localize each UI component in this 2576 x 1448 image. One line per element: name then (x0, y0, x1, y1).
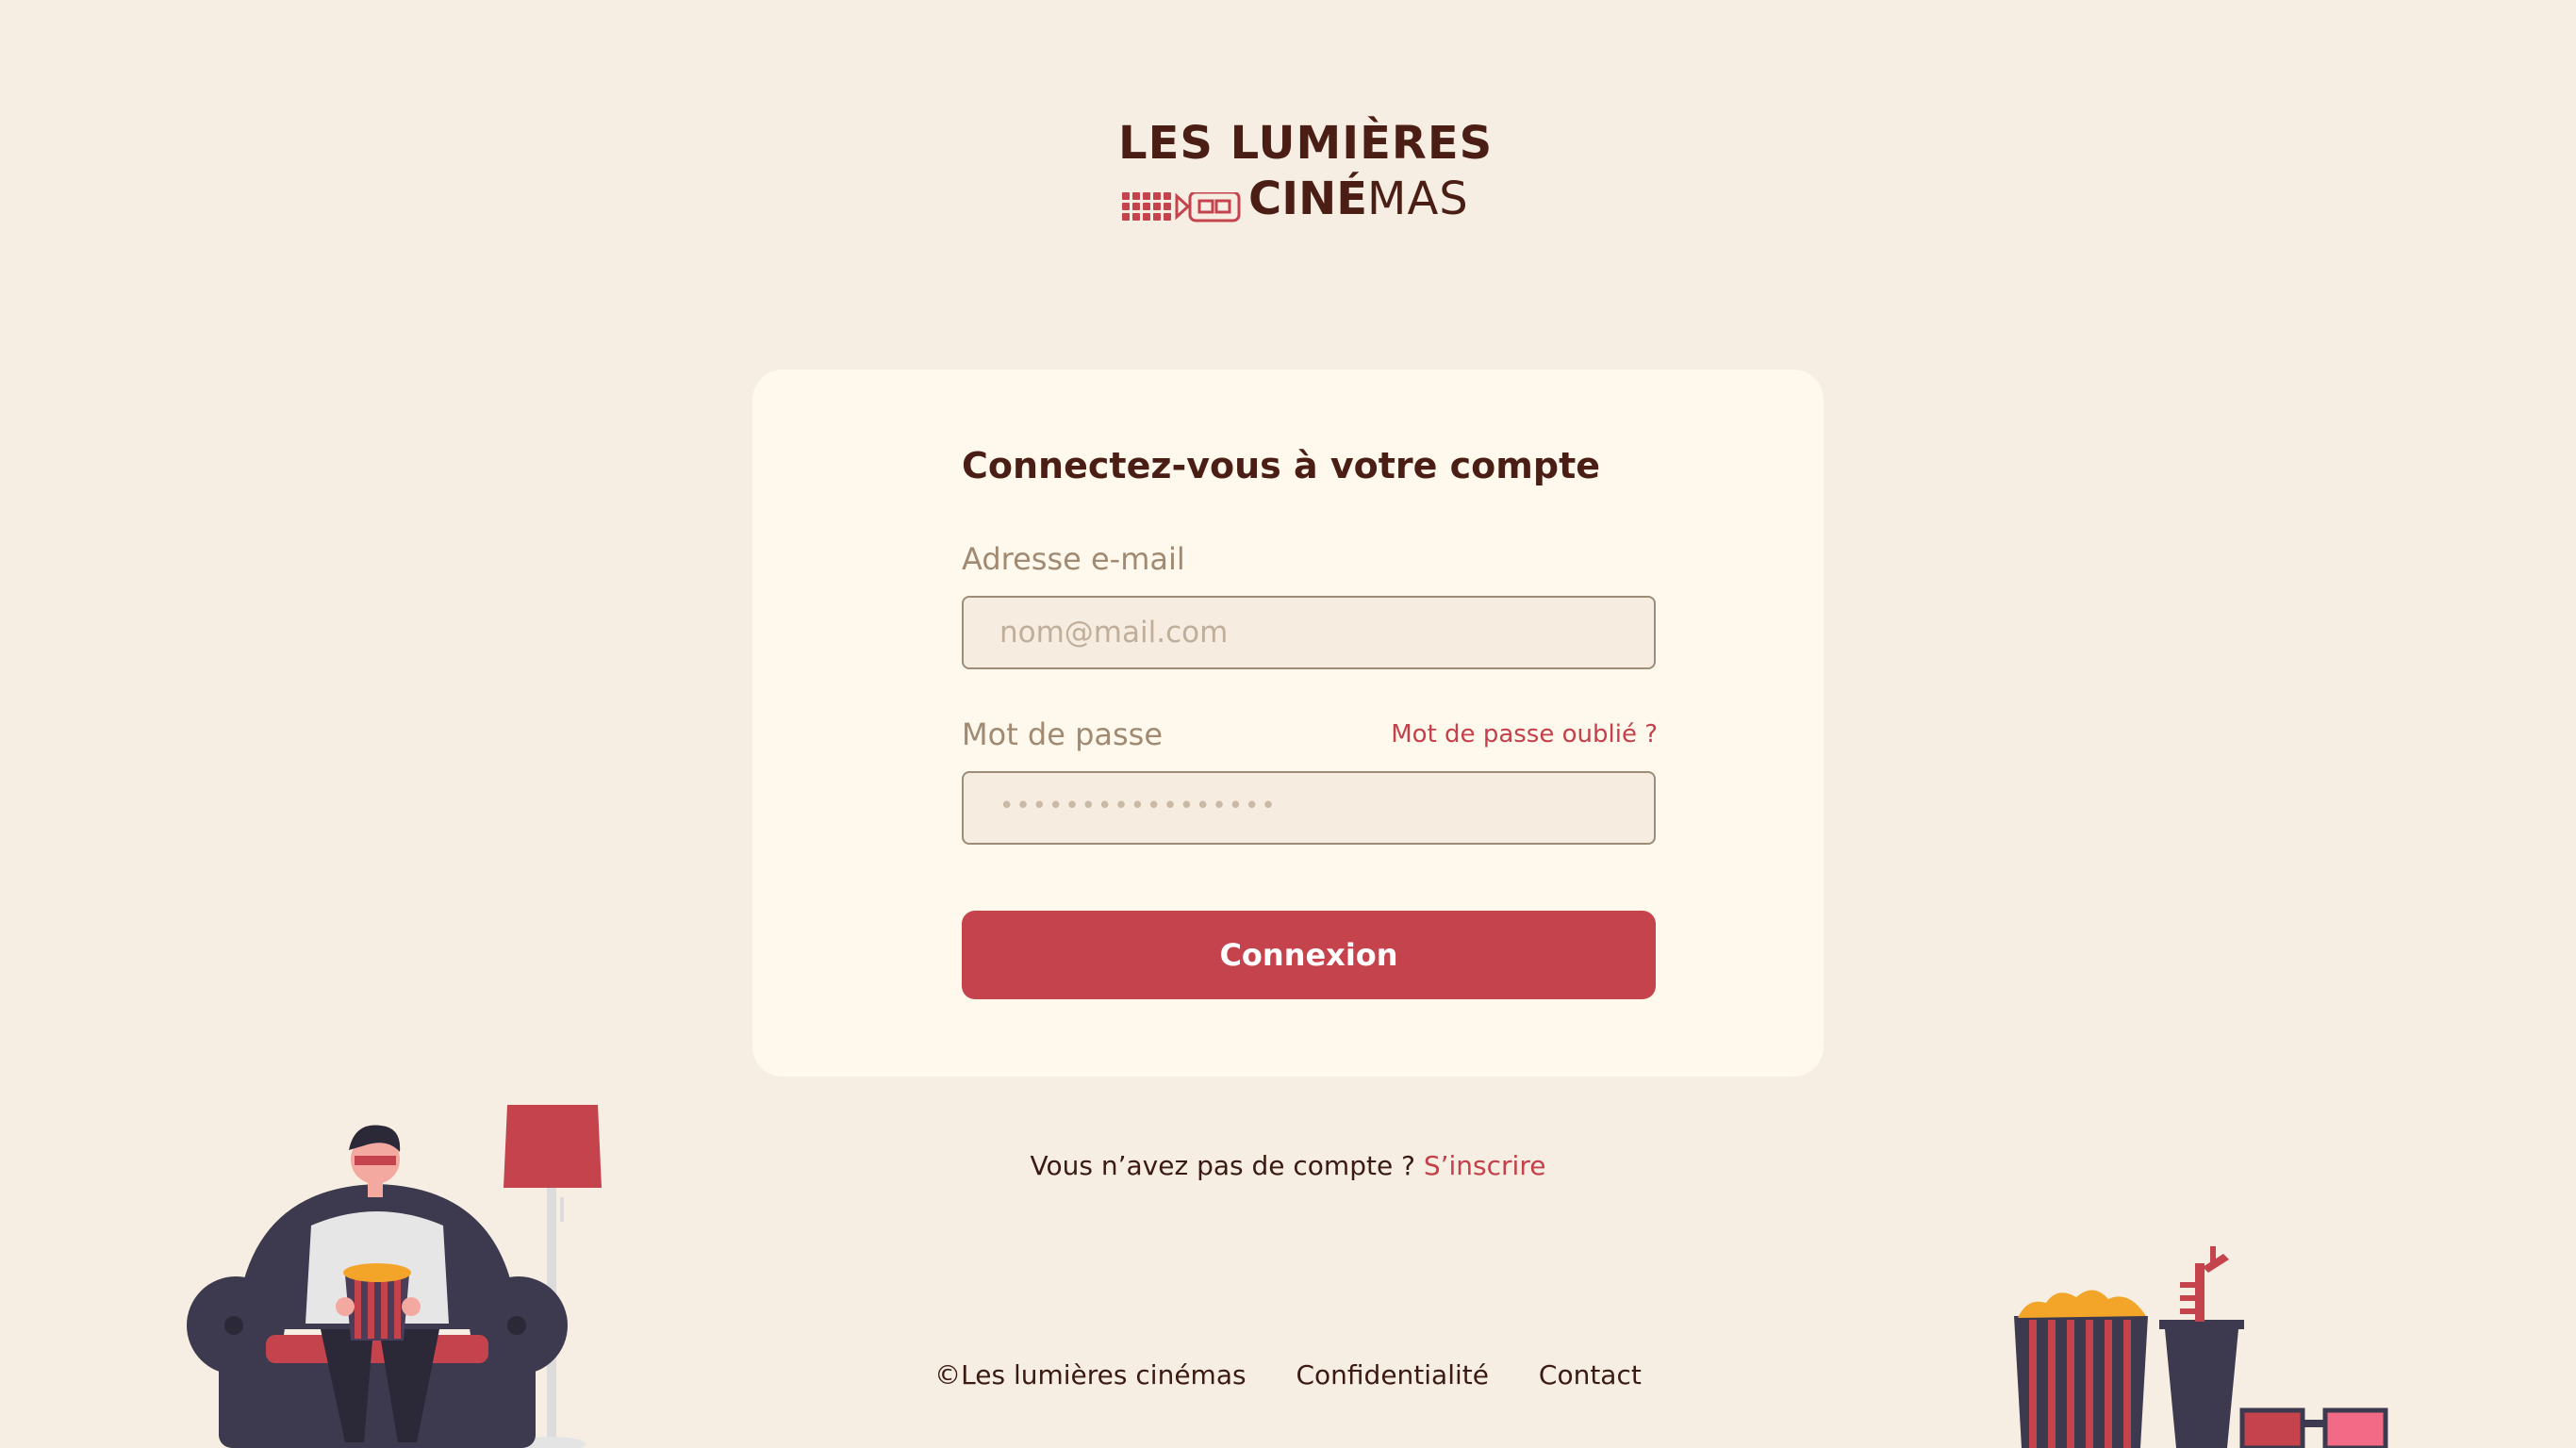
login-card: Connectez-vous à votre compte Adresse e-… (752, 370, 1824, 1077)
logo-line2: CINÉMAS (1248, 172, 1469, 226)
logo-line1: LES LUMIÈRES (1118, 117, 1494, 170)
person-on-armchair-illustration (187, 1105, 602, 1448)
email-label: Adresse e-mail (962, 541, 1185, 577)
film-camera-logo-icon (1122, 192, 1241, 222)
logo-cine: CINÉ (1248, 173, 1368, 225)
forgot-password-link[interactable]: Mot de passe oublié ? (1391, 720, 1658, 749)
email-field-box (962, 596, 1656, 669)
logo-mas: MAS (1367, 173, 1469, 225)
brand-logo[interactable]: LES LUMIÈRES CINÉMAS (1118, 117, 1494, 226)
footer-contact-link[interactable]: Contact (1539, 1359, 1642, 1390)
signup-question: Vous n’avez pas de compte ? (1030, 1150, 1424, 1181)
footer-copyright: ©Les lumières cinémas (934, 1359, 1247, 1390)
footer-privacy-link[interactable]: Confidentialité (1296, 1359, 1489, 1390)
login-button[interactable]: Connexion (962, 911, 1656, 999)
password-field[interactable]: ••••••••••••••••• (962, 771, 1656, 845)
signup-link[interactable]: S’inscrire (1424, 1150, 1546, 1181)
password-masked-value: ••••••••••••••••• (999, 792, 1278, 820)
email-field[interactable] (964, 598, 1654, 667)
popcorn-drink-glasses-illustration (2014, 1246, 2388, 1448)
login-title: Connectez-vous à votre compte (962, 445, 1601, 486)
password-label: Mot de passe (962, 716, 1164, 752)
